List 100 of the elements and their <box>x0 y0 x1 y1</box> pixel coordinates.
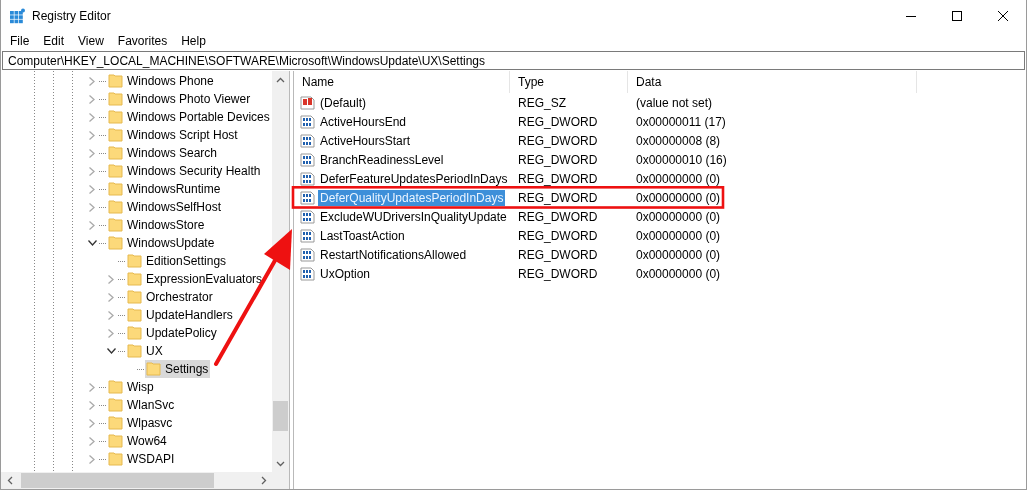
value-type: REG_DWORD <box>517 133 599 148</box>
chevron-right-icon[interactable] <box>89 112 95 122</box>
menu-item[interactable]: Help <box>174 34 213 48</box>
menu-item[interactable]: Favorites <box>110 34 175 48</box>
value-name[interactable]: BranchReadinessLevel <box>318 151 446 168</box>
tree-item[interactable]: ExpressionEvaluators <box>126 270 265 288</box>
folder-icon <box>127 343 143 359</box>
tree-item[interactable]: Windows Photo Viewer <box>107 90 253 108</box>
tree-item[interactable]: UpdatePolicy <box>126 324 219 342</box>
string-value-icon <box>300 94 316 111</box>
binary-value-icon <box>300 227 316 244</box>
chevron-right-icon[interactable] <box>108 310 114 320</box>
value-name[interactable]: ActiveHoursEnd <box>318 113 409 130</box>
folder-icon <box>127 325 143 341</box>
address-field[interactable]: Computer\HKEY_LOCAL_MACHINE\SOFTWARE\Microsoft\WindowsUpdate\UX\Settings <box>2 51 1025 70</box>
chevron-down-icon[interactable] <box>106 348 116 354</box>
vertical-scrollbar[interactable] <box>272 71 289 472</box>
binary-value-icon <box>300 189 316 206</box>
folder-icon <box>108 109 124 125</box>
chevron-right-icon[interactable] <box>89 454 95 464</box>
value-type: REG_DWORD <box>517 152 599 167</box>
folder-icon <box>108 397 124 413</box>
tree-item[interactable]: Wow64 <box>107 432 169 450</box>
binary-value-icon <box>300 170 316 187</box>
scroll-down-icon[interactable] <box>276 460 285 467</box>
value-type: REG_DWORD <box>517 209 599 224</box>
folder-icon <box>108 379 124 395</box>
tree-item[interactable]: WindowsRuntime <box>107 180 223 198</box>
folder-icon <box>108 163 124 179</box>
tree-item[interactable]: Windows Search <box>107 144 220 162</box>
chevron-right-icon[interactable] <box>89 184 95 194</box>
binary-value-icon <box>300 265 316 282</box>
chevron-right-icon[interactable] <box>89 400 95 410</box>
tree-item[interactable]: WindowsSelfHost <box>107 198 224 216</box>
chevron-right-icon[interactable] <box>89 148 95 158</box>
chevron-right-icon[interactable] <box>89 130 95 140</box>
value-name[interactable]: DeferFeatureUpdatesPeriodInDays <box>318 170 510 187</box>
chevron-right-icon[interactable] <box>89 436 95 446</box>
tree-item[interactable]: EditionSettings <box>126 252 229 270</box>
close-icon <box>998 10 1008 21</box>
scroll-left-icon[interactable] <box>6 476 13 485</box>
tree-item[interactable]: Windows Phone <box>107 72 216 90</box>
folder-icon <box>108 199 124 215</box>
folder-icon <box>127 307 143 323</box>
tree-item[interactable]: Orchestrator <box>126 288 215 306</box>
horizontal-scrollbar[interactable] <box>1 472 289 489</box>
chevron-right-icon[interactable] <box>108 328 114 338</box>
chevron-right-icon[interactable] <box>89 76 95 86</box>
value-name[interactable]: ExcludeWUDriversInQualityUpdate <box>318 208 509 225</box>
menu-item[interactable]: File <box>3 34 37 48</box>
chevron-right-icon[interactable] <box>89 94 95 104</box>
tree-item[interactable]: Settings <box>145 360 211 378</box>
folder-icon <box>108 73 124 89</box>
folder-icon <box>108 235 124 251</box>
tree-item[interactable]: WindowsUpdate <box>107 234 217 252</box>
value-data: 0x00000000 (0) <box>635 209 721 224</box>
tree-item[interactable]: Wisp <box>107 378 156 396</box>
menu-item[interactable]: Edit <box>36 34 72 48</box>
value-type: REG_SZ <box>517 95 567 110</box>
scroll-up-icon[interactable] <box>276 76 285 83</box>
tree-item[interactable]: WSDAPI <box>107 450 177 468</box>
binary-value-icon <box>300 208 316 225</box>
binary-value-icon <box>300 246 316 263</box>
window-title: Registry Editor <box>32 8 111 23</box>
chevron-right-icon[interactable] <box>89 220 95 230</box>
tree-item[interactable]: Wlpasvc <box>107 414 175 432</box>
value-name[interactable]: RestartNotificationsAllowed <box>318 246 469 263</box>
menu-item[interactable]: View <box>71 34 111 48</box>
scrollbar-thumb[interactable] <box>273 401 288 431</box>
scrollbar-thumb[interactable] <box>21 473 214 488</box>
value-type: REG_DWORD <box>517 190 599 205</box>
tree-item[interactable]: Windows Script Host <box>107 126 240 144</box>
value-name[interactable]: UxOption <box>318 265 373 282</box>
folder-icon <box>108 415 124 431</box>
scroll-right-icon[interactable] <box>260 476 267 485</box>
value-name[interactable]: ActiveHoursStart <box>318 132 413 149</box>
chevron-right-icon[interactable] <box>89 418 95 428</box>
folder-icon <box>108 433 124 449</box>
tree-item[interactable]: WlanSvc <box>107 396 177 414</box>
chevron-down-icon[interactable] <box>87 240 97 246</box>
value-name[interactable]: LastToastAction <box>318 227 407 244</box>
value-name[interactable]: (Default) <box>318 94 368 111</box>
value-data: 0x00000000 (0) <box>635 171 721 186</box>
chevron-right-icon[interactable] <box>89 166 95 176</box>
tree-item[interactable]: Windows Security Health <box>107 162 263 180</box>
maximize-icon <box>952 10 962 21</box>
tree-item[interactable]: WindowsStore <box>107 216 207 234</box>
chevron-right-icon[interactable] <box>89 202 95 212</box>
value-data: 0x00000000 (0) <box>635 228 721 243</box>
chevron-right-icon[interactable] <box>108 274 114 284</box>
chevron-right-icon[interactable] <box>108 292 114 302</box>
value-data: 0x00000011 (17) <box>635 114 726 129</box>
binary-value-icon <box>300 132 316 149</box>
tree-item[interactable]: UX <box>126 342 165 360</box>
folder-icon <box>108 217 124 233</box>
folder-icon <box>108 451 124 467</box>
tree-item[interactable]: UpdateHandlers <box>126 306 235 324</box>
folder-icon <box>146 361 162 377</box>
chevron-right-icon[interactable] <box>89 382 95 392</box>
tree-item[interactable]: Windows Portable Devices <box>107 108 272 126</box>
